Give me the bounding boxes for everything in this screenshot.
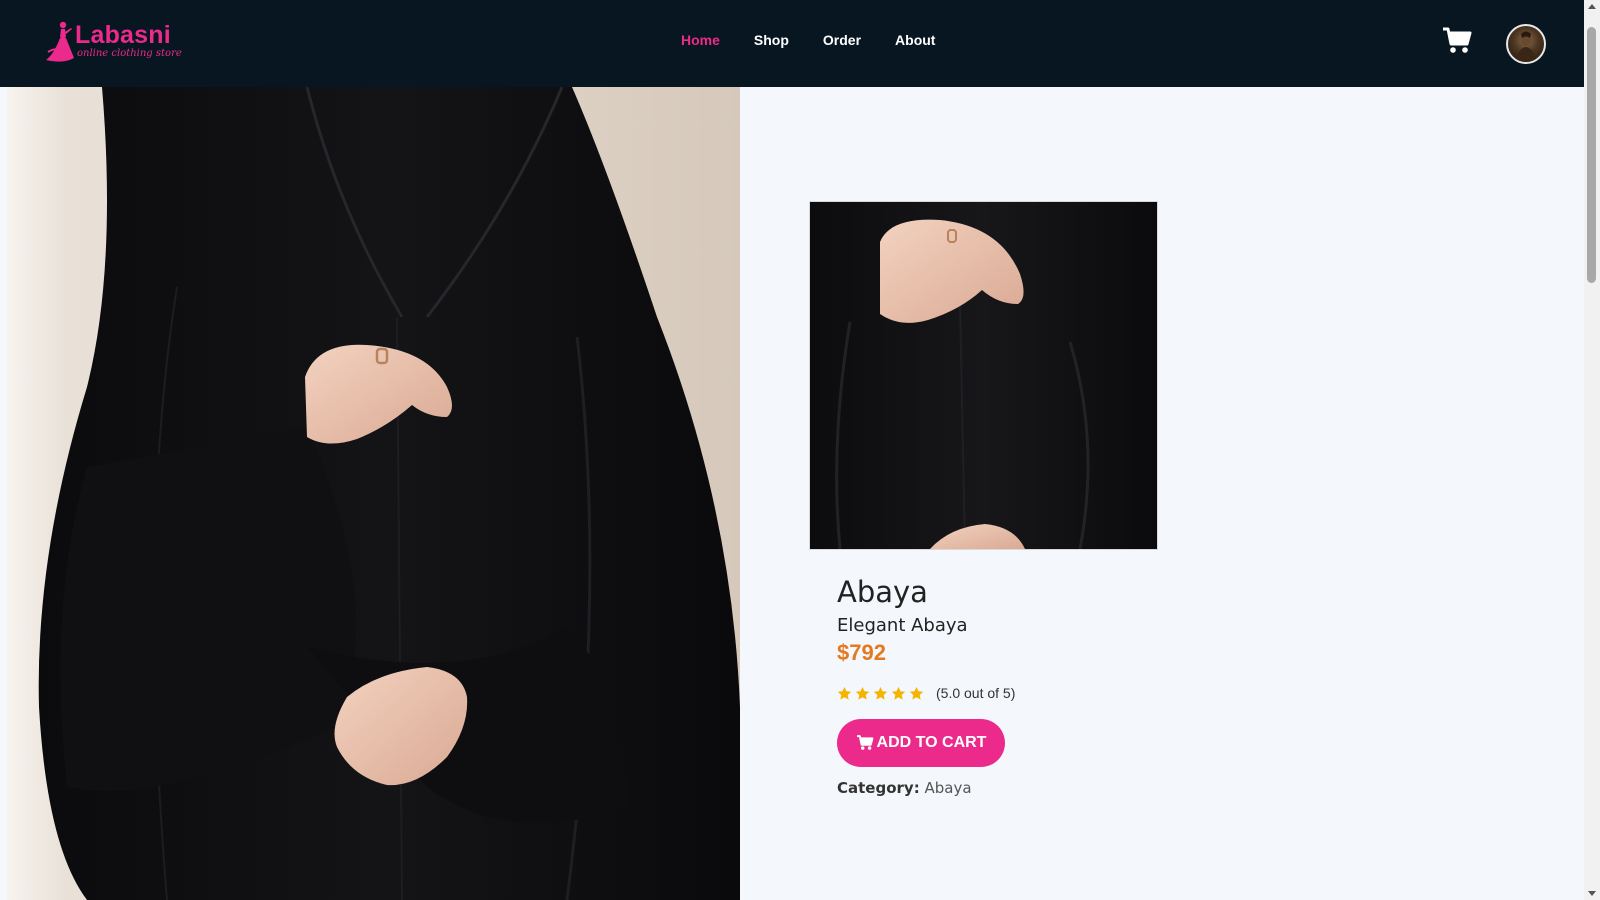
star-icon bbox=[891, 686, 906, 700]
product-hero-image bbox=[7, 87, 740, 900]
shopping-cart-icon[interactable] bbox=[1442, 27, 1472, 55]
star-icon bbox=[909, 686, 924, 700]
product-rating: (5.0 out of 5) bbox=[837, 685, 1015, 701]
scroll-up-arrow-icon[interactable] bbox=[1588, 4, 1596, 9]
brand-name: Labasni bbox=[75, 21, 171, 49]
nav-home[interactable]: Home bbox=[681, 32, 720, 48]
scroll-down-arrow-icon[interactable] bbox=[1588, 891, 1596, 896]
product-subtitle: Elegant Abaya bbox=[837, 615, 968, 636]
category-link[interactable]: Abaya bbox=[924, 779, 971, 797]
top-navbar: Labasni online clothing store Home Shop … bbox=[0, 0, 1584, 87]
add-to-cart-button[interactable]: ADD TO CART bbox=[837, 719, 1005, 767]
product-thumbnail[interactable] bbox=[809, 201, 1158, 550]
nav-order[interactable]: Order bbox=[823, 32, 861, 48]
star-icon bbox=[855, 686, 870, 700]
nav-about[interactable]: About bbox=[895, 32, 935, 48]
rating-text: (5.0 out of 5) bbox=[936, 685, 1016, 701]
page-scrollbar[interactable] bbox=[1584, 0, 1600, 900]
user-avatar[interactable] bbox=[1506, 24, 1546, 64]
product-title: Abaya bbox=[837, 575, 928, 609]
scroll-thumb[interactable] bbox=[1587, 27, 1596, 283]
brand-logo[interactable]: Labasni online clothing store bbox=[44, 20, 194, 66]
avatar-image bbox=[1516, 31, 1536, 62]
main-nav: Home Shop Order About bbox=[681, 32, 969, 48]
product-detail-panel: Abaya Elegant Abaya $792 (5.0 out of 5) … bbox=[740, 87, 1584, 900]
star-icon bbox=[873, 686, 888, 700]
brand-tagline: online clothing store bbox=[77, 48, 182, 59]
add-to-cart-label: ADD TO CART bbox=[876, 734, 987, 751]
shopping-cart-icon bbox=[856, 735, 873, 750]
dress-figure-icon bbox=[46, 21, 74, 62]
category-label: Category: bbox=[837, 779, 920, 797]
rating-stars bbox=[837, 686, 924, 701]
nav-shop[interactable]: Shop bbox=[754, 32, 789, 48]
product-price: $792 bbox=[837, 640, 886, 665]
product-category: Category: Abaya bbox=[837, 779, 972, 797]
star-icon bbox=[837, 686, 852, 700]
